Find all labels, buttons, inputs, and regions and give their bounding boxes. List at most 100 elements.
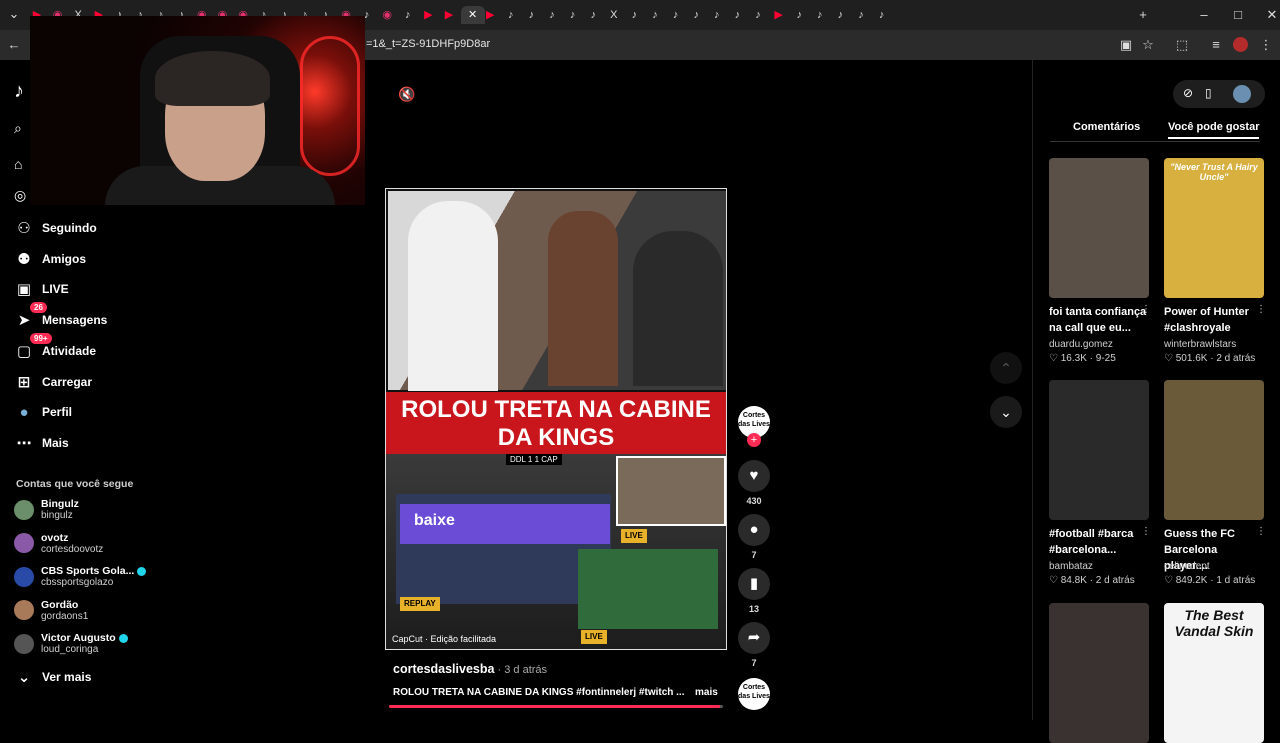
sidebar-item-live[interactable]: ▣ LIVE — [14, 277, 69, 301]
browser-tab-tk-icon[interactable]: ♪ — [831, 6, 849, 24]
back-icon[interactable]: ← — [6, 37, 22, 53]
browser-tab-tk-icon[interactable]: ♪ — [625, 6, 643, 24]
next-video-button[interactable]: ⌄ — [990, 396, 1022, 428]
browser-tab-tk-icon[interactable]: ♪ — [708, 6, 726, 24]
video-thumbnail[interactable] — [1164, 380, 1264, 520]
dots-icon: ⋯ — [16, 435, 32, 452]
user-avatar[interactable] — [1233, 85, 1251, 103]
video-author[interactable]: cortesdaslivesba · 3 d atrás — [393, 662, 547, 676]
card-user[interactable]: bambataz — [1049, 561, 1093, 572]
comment-icon[interactable]: ● — [738, 514, 770, 546]
next-author-avatar[interactable]: Cortes das Lives — [738, 678, 770, 710]
card-title[interactable]: foi tanta confiança na call que eu... — [1049, 304, 1149, 336]
browser-tab-tk-icon[interactable]: ♪ — [584, 6, 602, 24]
tab-list-icon[interactable]: ⌄ — [6, 6, 22, 22]
caption-more-button[interactable]: mais — [695, 687, 718, 698]
browser-tab-tk-icon[interactable]: ♪ — [667, 6, 685, 24]
browser-tab-tk-icon[interactable]: ♪ — [502, 6, 520, 24]
author-name[interactable]: cortesdaslivesba — [393, 662, 494, 676]
video-thumbnail[interactable]: "Never Trust A Hairy Uncle" — [1164, 158, 1264, 298]
comment-action[interactable]: ● 7 — [738, 514, 770, 560]
sidebar-item-amigos[interactable]: ⚉ Amigos — [14, 247, 86, 271]
video-progress-bar[interactable] — [389, 705, 723, 708]
followed-account[interactable]: ovotz cortesdoovotz — [14, 532, 103, 555]
browser-tab-tk-icon[interactable]: ♪ — [811, 6, 829, 24]
close-window-icon[interactable]: ✕ — [1264, 7, 1280, 23]
browser-tab-yt-icon[interactable]: ▶ — [481, 6, 499, 24]
sidebar-item-atividade[interactable]: ▢ Atividade 99+ — [14, 333, 96, 363]
browser-tab-x-icon[interactable]: X — [605, 6, 623, 24]
tab-you-may-like[interactable]: Você pode gostar — [1168, 121, 1260, 139]
card-user[interactable]: duardu.gomez — [1049, 339, 1113, 350]
browser-tab-tk-icon[interactable]: ♪ — [852, 6, 870, 24]
bookmark-icon[interactable]: ▮ — [738, 568, 770, 600]
see-more-button[interactable]: ⌄ Ver mais — [14, 665, 92, 689]
card-title[interactable]: Power of Hunter #clashroyale — [1164, 304, 1264, 336]
follow-plus-icon[interactable]: + — [747, 433, 761, 447]
browser-tab-yt-icon[interactable]: ▶ — [770, 6, 788, 24]
post-time: · 3 d atrás — [494, 664, 548, 676]
video-player[interactable]: ROLOU TRETA NA CABINE DA KINGS baixe DDL… — [385, 188, 727, 650]
video-thumbnail[interactable] — [1049, 603, 1149, 743]
followed-account[interactable]: Gordão gordaons1 — [14, 599, 88, 622]
video-thumbnail[interactable]: The Best Vandal Skin — [1164, 603, 1264, 743]
extensions-icon[interactable]: ⬚ — [1174, 37, 1190, 53]
previous-video-button[interactable]: ⌃ — [990, 352, 1022, 384]
browser-tab-tk-icon[interactable]: ♪ — [687, 6, 705, 24]
reading-list-icon[interactable]: ≡ — [1208, 37, 1224, 53]
browser-tab-tk-icon[interactable]: ♪ — [522, 6, 540, 24]
share-icon[interactable]: ➦ — [738, 622, 770, 654]
sidebar-item-carregar[interactable]: ⊞ Carregar — [14, 370, 92, 394]
compass-icon[interactable]: ⊘ — [1183, 86, 1193, 100]
sidebar-item-mensagens[interactable]: ➤ Mensagens 26 — [14, 302, 107, 332]
url-text[interactable]: =1&_t=ZS-91DHFp9D8ar — [366, 38, 490, 50]
action-bar: Cortes das Lives + ♥ 430 ● 7 ▮ 13 ➦ 7 — [737, 406, 771, 706]
muted-volume-icon[interactable]: 🔇 — [398, 86, 415, 103]
video-thumbnail[interactable] — [1049, 158, 1149, 298]
card-user[interactable]: winterbrawlstars — [1164, 339, 1236, 350]
browser-tab-yt-icon[interactable]: ▶ — [440, 6, 458, 24]
followed-account[interactable]: Bingulz bingulz — [14, 498, 79, 521]
followed-account[interactable]: CBS Sports Gola... cbssportsgolazo — [14, 565, 147, 588]
tab-comments[interactable]: Comentários — [1073, 121, 1140, 133]
video-thumbnail[interactable] — [1049, 380, 1149, 520]
browser-tab-tk-icon[interactable]: ♪ — [564, 6, 582, 24]
cast-icon[interactable]: ▣ — [1118, 37, 1134, 53]
browser-tab-yt-icon[interactable]: ▶ — [419, 6, 437, 24]
browser-tab-tk-icon[interactable]: ♪ — [399, 6, 417, 24]
sidebar-item-mais[interactable]: ⋯ Mais — [14, 431, 69, 455]
card-title-line: #clashroyale — [1164, 322, 1231, 334]
followed-account[interactable]: Victor Augusto loud_coringa — [14, 632, 128, 655]
tiktok-logo-icon[interactable]: ♪ — [14, 80, 24, 103]
card-menu-icon[interactable]: ⋮ — [1141, 304, 1151, 315]
maximize-icon[interactable]: □ — [1230, 7, 1246, 23]
browser-tab-tk-icon[interactable]: ♪ — [543, 6, 561, 24]
browser-tab-tk-icon[interactable]: ♪ — [728, 6, 746, 24]
browser-tab-tk-icon[interactable]: ♪ — [873, 6, 891, 24]
sidebar-item-seguindo[interactable]: ⚇ Seguindo — [14, 216, 96, 240]
sidebar-item-label: Perfil — [42, 405, 73, 419]
new-tab-icon[interactable]: + — [1135, 7, 1151, 23]
search-icon[interactable]: ⌕ — [14, 120, 22, 137]
heart-action[interactable]: ♥ 430 — [738, 460, 770, 506]
browser-tab-ig-icon[interactable]: ◉ — [378, 6, 396, 24]
browser-tab-tk-icon[interactable]: ♪ — [749, 6, 767, 24]
card-user[interactable]: celinedept — [1164, 561, 1210, 572]
bookmark-star-icon[interactable]: ☆ — [1140, 37, 1156, 53]
device-icon[interactable]: ▯ — [1205, 86, 1212, 100]
share-action[interactable]: ➦ 7 — [738, 622, 770, 668]
card-title[interactable]: #football #barca #barcelona... — [1049, 526, 1149, 558]
profile-avatar-icon[interactable] — [1233, 37, 1248, 52]
minimize-icon[interactable]: – — [1196, 7, 1212, 23]
bookmark-action[interactable]: ▮ 13 — [738, 568, 770, 614]
explore-icon[interactable]: ◎ — [14, 187, 26, 204]
browser-tab-tk-icon[interactable]: ♪ — [646, 6, 664, 24]
heart-icon[interactable]: ♥ — [738, 460, 770, 492]
sidebar-item-perfil[interactable]: ● Perfil — [14, 400, 72, 424]
card-menu-icon[interactable]: ⋮ — [1256, 526, 1266, 537]
card-menu-icon[interactable]: ⋮ — [1256, 304, 1266, 315]
browser-menu-icon[interactable]: ⋮ — [1258, 37, 1274, 53]
home-icon[interactable]: ⌂ — [14, 156, 22, 172]
card-menu-icon[interactable]: ⋮ — [1141, 526, 1151, 537]
browser-tab-tk-icon[interactable]: ♪ — [790, 6, 808, 24]
